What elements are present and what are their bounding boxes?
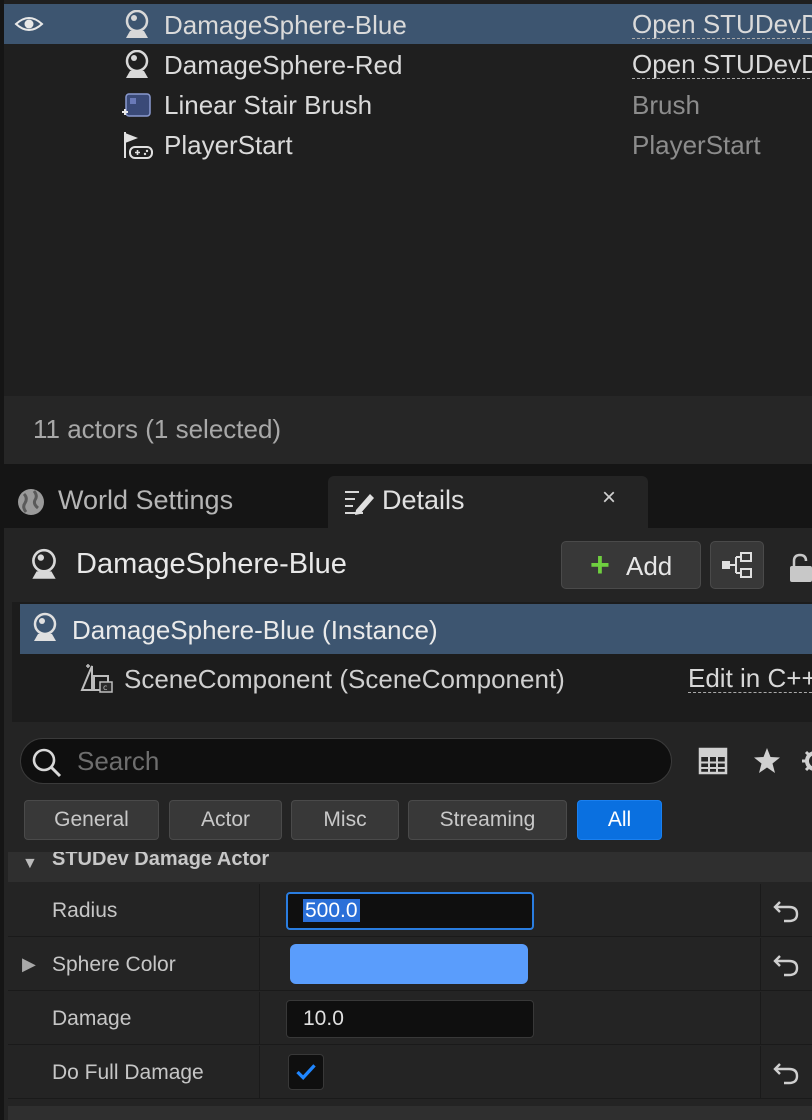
expand-arrow-icon[interactable]: ▶ bbox=[22, 954, 36, 975]
damage-input[interactable]: 10.0 bbox=[286, 1000, 534, 1038]
filter-streaming[interactable]: Streaming bbox=[408, 800, 567, 840]
property-label: Sphere Color bbox=[52, 953, 176, 976]
outliner-status-bar: 11 actors (1 selected) bbox=[4, 396, 812, 464]
scene-component-icon: c bbox=[80, 664, 113, 693]
column-divider[interactable] bbox=[259, 884, 260, 937]
column-divider bbox=[760, 884, 761, 937]
filter-misc[interactable]: Misc bbox=[291, 800, 399, 840]
column-divider[interactable] bbox=[259, 1046, 260, 1099]
property-label: Radius bbox=[52, 899, 118, 922]
player-start-icon bbox=[124, 132, 153, 159]
property-label: Do Full Damage bbox=[52, 1061, 204, 1084]
radius-input[interactable]: 500.0 bbox=[286, 892, 534, 930]
actor-type-link[interactable]: Open STUDevD bbox=[632, 10, 812, 39]
property-row-do-full-damage: Do Full Damage bbox=[8, 1046, 812, 1099]
actor-type: PlayerStart bbox=[632, 130, 761, 160]
filter-general[interactable]: General bbox=[24, 800, 159, 840]
reset-to-default-icon[interactable] bbox=[772, 1060, 800, 1086]
checkmark-icon bbox=[296, 1064, 316, 1081]
filter-all[interactable]: All bbox=[577, 800, 662, 840]
category-header-next[interactable] bbox=[8, 1106, 812, 1120]
eye-visibility-icon[interactable] bbox=[14, 14, 44, 34]
outliner-row-linear-stair-brush[interactable]: Linear Stair Brush Brush bbox=[4, 84, 812, 124]
add-component-button[interactable]: + Add bbox=[561, 541, 701, 589]
column-divider bbox=[760, 938, 761, 991]
panel-tab-bar: World Settings Details × bbox=[0, 464, 812, 528]
actor-name: DamageSphere-Blue bbox=[164, 10, 407, 40]
outliner-row-damagesphere-blue[interactable]: DamageSphere-Blue Open STUDevD bbox=[4, 4, 812, 44]
svg-text:c: c bbox=[103, 683, 107, 692]
brush-icon bbox=[122, 93, 151, 117]
actor-name: DamageSphere-Red bbox=[164, 50, 403, 80]
property-label: Damage bbox=[52, 1007, 132, 1030]
column-divider[interactable] bbox=[259, 938, 260, 991]
collapse-triangle-icon: ▼ bbox=[22, 855, 38, 872]
actor-type-link[interactable]: Open STUDevD bbox=[632, 50, 812, 79]
sphere-actor-icon bbox=[125, 10, 149, 38]
actor-name: Linear Stair Brush bbox=[164, 90, 373, 120]
blueprint-hierarchy-button[interactable] bbox=[710, 541, 764, 589]
filter-actor[interactable]: Actor bbox=[169, 800, 282, 840]
hierarchy-icon bbox=[722, 552, 752, 578]
component-scene[interactable]: c SceneComponent (SceneComponent) Edit i… bbox=[20, 654, 812, 704]
column-divider bbox=[760, 992, 761, 1045]
globe-icon bbox=[18, 489, 44, 515]
column-divider bbox=[760, 1046, 761, 1099]
sphere-color-swatch[interactable] bbox=[290, 944, 528, 984]
reset-to-default-icon[interactable] bbox=[772, 952, 800, 978]
search-input[interactable] bbox=[77, 745, 657, 777]
actor-count-label: 11 actors (1 selected) bbox=[33, 414, 282, 444]
property-row-damage: Damage 10.0 bbox=[8, 992, 812, 1045]
property-row-sphere-color: ▶ Sphere Color bbox=[8, 938, 812, 991]
details-panel: DamageSphere-Blue + Add DamageSphere-Blu… bbox=[4, 528, 812, 1120]
component-tree: DamageSphere-Blue (Instance) c SceneComp… bbox=[12, 602, 812, 722]
details-pencil-icon bbox=[345, 491, 374, 515]
component-label: DamageSphere-Blue (Instance) bbox=[72, 615, 438, 645]
lock-icon[interactable] bbox=[786, 552, 812, 582]
outliner-row-playerstart[interactable]: PlayerStart PlayerStart bbox=[4, 124, 812, 164]
close-tab-icon[interactable]: × bbox=[602, 484, 616, 512]
sphere-actor-icon bbox=[32, 548, 56, 579]
details-actor-header: DamageSphere-Blue + Add bbox=[4, 528, 812, 600]
sphere-actor-icon bbox=[125, 50, 149, 78]
outliner-row-damagesphere-red[interactable]: DamageSphere-Red Open STUDevD bbox=[4, 44, 812, 84]
world-outliner: DamageSphere-Blue Open STUDevD DamageSph… bbox=[4, 0, 812, 464]
reset-to-default-icon[interactable] bbox=[772, 898, 800, 924]
gear-settings-icon[interactable] bbox=[800, 746, 812, 776]
category-header-stuDev-damage-actor[interactable]: ▼ STUDev Damage Actor bbox=[8, 852, 812, 882]
actor-name: PlayerStart bbox=[164, 130, 293, 160]
plus-icon: + bbox=[590, 546, 610, 584]
tab-label: World Settings bbox=[58, 485, 234, 515]
add-button-label: Add bbox=[626, 551, 673, 581]
category-label: STUDev Damage Actor bbox=[52, 852, 270, 870]
edit-in-cpp-link[interactable]: Edit in C++ bbox=[688, 664, 812, 693]
actor-name-title[interactable]: DamageSphere-Blue bbox=[76, 548, 347, 581]
component-root-instance[interactable]: DamageSphere-Blue (Instance) bbox=[20, 604, 812, 654]
search-icon bbox=[32, 748, 62, 778]
column-divider[interactable] bbox=[259, 992, 260, 1045]
tab-label: Details bbox=[382, 485, 465, 515]
tab-details[interactable]: Details × bbox=[328, 476, 648, 528]
component-label: SceneComponent (SceneComponent) bbox=[124, 664, 565, 694]
tab-world-settings[interactable]: World Settings bbox=[0, 476, 322, 528]
star-favorites-icon[interactable] bbox=[752, 746, 782, 776]
sphere-actor-icon bbox=[33, 612, 57, 641]
property-row-radius: Radius 500.0 bbox=[8, 884, 812, 937]
details-search-field[interactable] bbox=[20, 738, 672, 784]
table-view-icon[interactable] bbox=[698, 746, 728, 776]
do-full-damage-checkbox[interactable] bbox=[288, 1054, 324, 1090]
actor-type: Brush bbox=[632, 90, 700, 120]
